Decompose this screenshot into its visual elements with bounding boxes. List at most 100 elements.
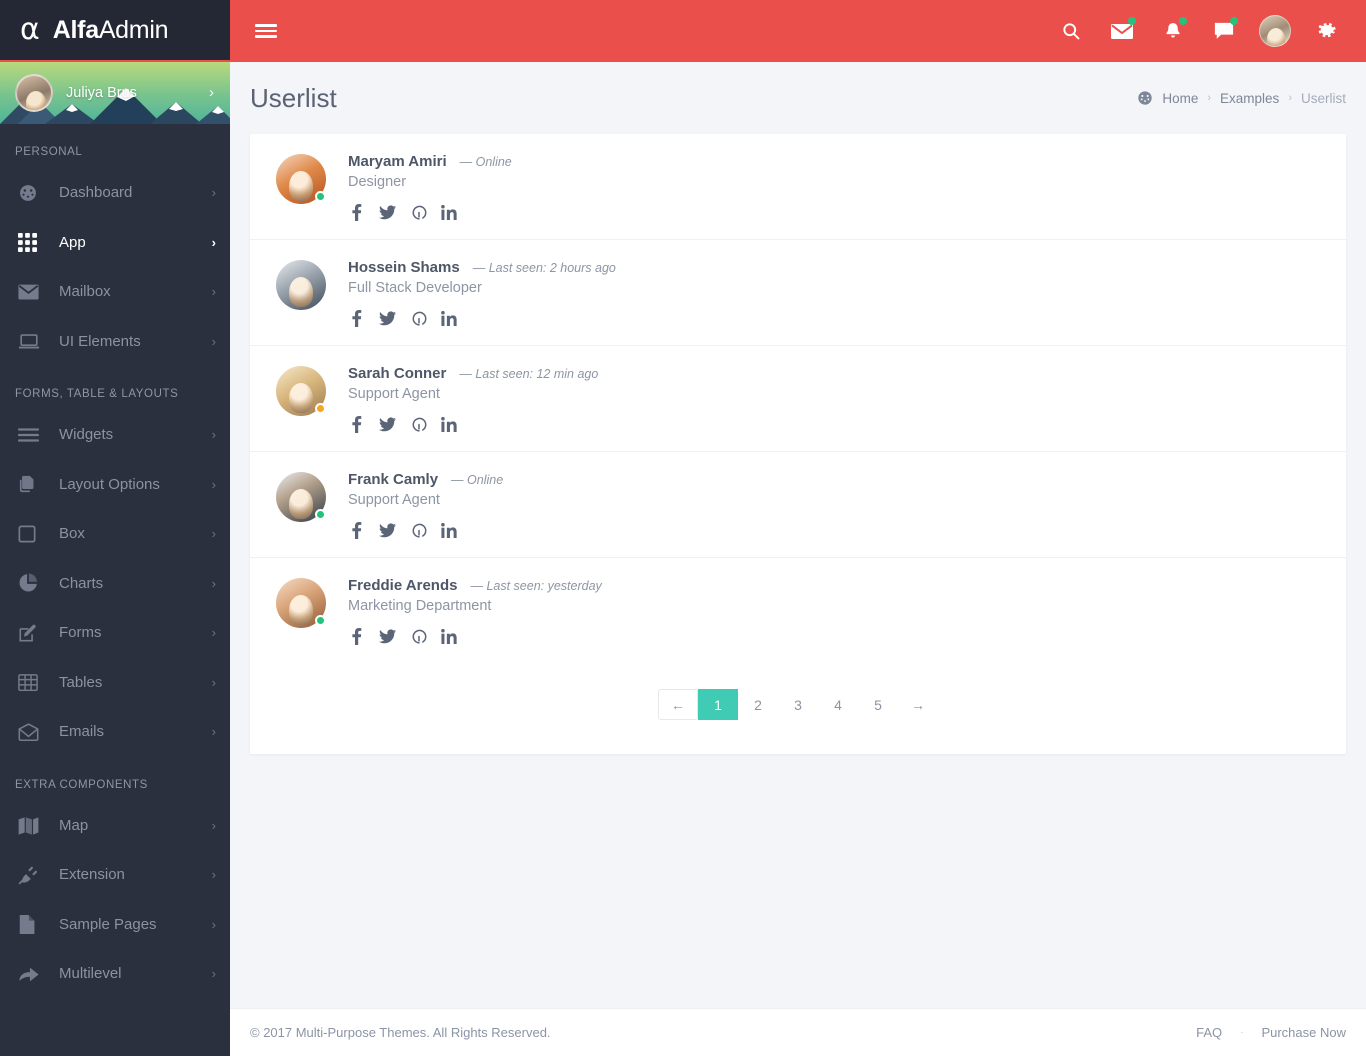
hamburger-icon[interactable] (255, 24, 277, 38)
facebook-icon[interactable] (348, 522, 365, 539)
sidebar-item-ui-elements[interactable]: UI Elements › (0, 317, 230, 367)
status-badge (315, 615, 326, 626)
twitter-icon[interactable] (379, 204, 396, 221)
chevron-right-icon: › (211, 575, 216, 591)
search-icon[interactable] (1045, 0, 1096, 62)
twitter-icon[interactable] (379, 522, 396, 539)
twitter-icon[interactable] (379, 310, 396, 327)
pagination-page-3[interactable]: 3 (778, 689, 818, 720)
user-list-item[interactable]: Hossein Shams — Last seen: 2 hours ago Ful… (250, 240, 1346, 346)
user-info: Freddie Arends — Last seen: yesterday Mark… (348, 576, 602, 645)
chevron-right-icon[interactable]: › (209, 84, 214, 101)
avatar (15, 74, 53, 112)
twitter-icon[interactable] (379, 628, 396, 645)
pagination-page-2[interactable]: 2 (738, 689, 778, 720)
sidebar-item-label: Map (59, 816, 89, 834)
user-list-item[interactable]: Frank Camly — Online Support Agent (250, 452, 1346, 558)
avatar (276, 472, 326, 522)
chat-icon[interactable] (1198, 0, 1249, 62)
sidebar-item-charts[interactable]: Charts › (0, 559, 230, 609)
linkedin-icon[interactable] (441, 416, 458, 433)
user-list-item[interactable]: Maryam Amiri — Online Designer (250, 134, 1346, 240)
user-name: Maryam Amiri (348, 153, 447, 170)
github-icon[interactable] (410, 204, 427, 221)
bell-icon[interactable] (1147, 0, 1198, 62)
github-icon[interactable] (410, 522, 427, 539)
sidebar-item-label: Dashboard (59, 184, 133, 202)
sidebar-item-sample-pages[interactable]: Sample Pages › (0, 900, 230, 950)
user-name: Hossein Shams (348, 259, 460, 276)
laptop-icon (18, 333, 46, 350)
sidebar-item-box[interactable]: Box › (0, 509, 230, 559)
sidebar-item-mailbox[interactable]: Mailbox › (0, 267, 230, 317)
sidebar-item-label: App (59, 233, 86, 251)
breadcrumb: Home › Examples › Userlist (1137, 90, 1346, 106)
pagination-page-4[interactable]: 4 (818, 689, 858, 720)
user-list-item[interactable]: Sarah Conner — Last seen: 12 min ago Suppo… (250, 346, 1346, 452)
sidebar-nav: PERSONAL Dashboard › App › Mailbox › UI Element… (0, 124, 230, 999)
purchase-now-link[interactable]: Purchase Now (1261, 1025, 1346, 1040)
sidebar-section-label: FORMS, TABLE & LAYOUTS (15, 388, 179, 400)
sidebar-item-widgets[interactable]: Widgets › (0, 410, 230, 460)
github-icon[interactable] (410, 416, 427, 433)
linkedin-icon[interactable] (441, 310, 458, 327)
github-icon[interactable] (410, 628, 427, 645)
sidebar-item-dashboard[interactable]: Dashboard › (0, 168, 230, 218)
page-title: Userlist (250, 82, 337, 113)
linkedin-icon[interactable] (441, 204, 458, 221)
user-last-seen: — Last seen: yesterday (470, 579, 602, 593)
facebook-icon[interactable] (348, 310, 365, 327)
linkedin-icon[interactable] (441, 522, 458, 539)
pagination-page-1[interactable]: 1 (698, 689, 738, 720)
social-links (348, 310, 616, 327)
breadcrumb-item-home[interactable]: Home (1162, 91, 1198, 106)
notification-dot (1128, 17, 1136, 25)
userlist: Maryam Amiri — Online Designer Hossein Sham… (250, 134, 1346, 663)
faq-link[interactable]: FAQ (1196, 1025, 1222, 1040)
sidebar-item-label: UI Elements (59, 332, 141, 350)
sidebar-item-extension[interactable]: Extension › (0, 850, 230, 900)
brand-logo[interactable]: α AlfaAdmin (0, 0, 230, 62)
sidebar-profile[interactable]: Juliya Brus › (0, 62, 230, 124)
grid-icon (18, 232, 46, 252)
linkedin-icon[interactable] (441, 628, 458, 645)
open-envelope-icon (18, 722, 46, 741)
pagination-page-5[interactable]: 5 (858, 689, 898, 720)
sidebar-item-multilevel[interactable]: Multilevel › (0, 949, 230, 999)
list-lines-icon (18, 428, 46, 442)
dashboard-icon (1138, 91, 1153, 105)
chevron-right-icon: › (1207, 92, 1212, 104)
sidebar-item-layout-options[interactable]: Layout Options › (0, 460, 230, 510)
sidebar: α AlfaAdmin Juliya Brus › PERSONAL Dashbo… (0, 0, 230, 1056)
github-icon[interactable] (410, 310, 427, 327)
user-list-item[interactable]: Freddie Arends — Last seen: yesterday Mark… (250, 558, 1346, 663)
facebook-icon[interactable] (348, 416, 365, 433)
pagination-next-button[interactable]: → (898, 689, 938, 720)
sidebar-item-app[interactable]: App › (0, 218, 230, 268)
avatar[interactable] (1259, 15, 1291, 47)
sidebar-item-label: Tables (59, 673, 103, 691)
facebook-icon[interactable] (348, 628, 365, 645)
mail-icon[interactable] (1096, 0, 1147, 62)
facebook-icon[interactable] (348, 204, 365, 221)
profile-name: Juliya Brus (66, 85, 137, 101)
sidebar-item-map[interactable]: Map › (0, 801, 230, 851)
edit-pencil-icon (18, 623, 46, 643)
status-badge (315, 191, 326, 202)
arrow-share-icon (18, 965, 46, 983)
sidebar-item-forms[interactable]: Forms › (0, 608, 230, 658)
twitter-icon[interactable] (379, 416, 396, 433)
chevron-right-icon: › (211, 234, 216, 250)
social-links (348, 416, 598, 433)
gear-icon[interactable] (1301, 0, 1352, 62)
table-grid-icon (18, 673, 46, 692)
pagination-prev-button[interactable]: ← (658, 689, 698, 720)
chevron-right-icon: › (211, 625, 216, 641)
sidebar-item-emails[interactable]: Emails › (0, 707, 230, 757)
breadcrumb-item-examples[interactable]: Examples (1220, 91, 1279, 106)
sidebar-item-tables[interactable]: Tables › (0, 658, 230, 708)
user-name: Sarah Conner (348, 365, 447, 382)
map-icon (18, 816, 46, 835)
top-header-bar (230, 0, 1366, 62)
userlist-card: Maryam Amiri — Online Designer Hossein Sham… (250, 134, 1346, 754)
